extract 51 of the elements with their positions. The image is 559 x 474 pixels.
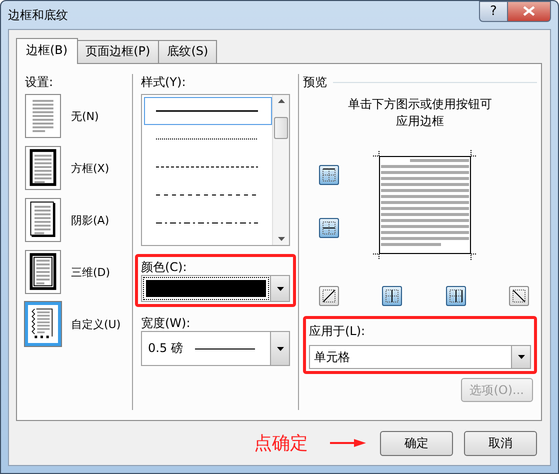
annotation-arrow [330, 438, 366, 448]
line-style-option[interactable] [144, 97, 272, 125]
setting-label[interactable]: 无(N) [71, 108, 99, 124]
scroll-up-icon[interactable] [278, 99, 284, 103]
help-button[interactable]: ? [479, 0, 508, 22]
style-list[interactable] [141, 94, 290, 246]
border-toggle-button[interactable] [319, 286, 339, 306]
setting-preview-icon[interactable] [25, 146, 61, 190]
ok-button[interactable]: 确定 [380, 430, 453, 456]
color-label: 颜色(C): [141, 259, 188, 275]
settings-label: 设置: [25, 74, 54, 90]
preview-label: 预览 [303, 74, 327, 90]
close-button[interactable] [508, 0, 551, 22]
style-label: 样式(Y): [141, 74, 187, 90]
line-sample-icon [156, 138, 260, 140]
border-toggle-button[interactable] [382, 286, 402, 306]
page-preview-drawing[interactable] [373, 150, 477, 260]
setting-label[interactable]: 方框(X) [71, 160, 110, 176]
line-sample-icon [194, 348, 255, 350]
caret-icon [276, 346, 284, 350]
setting-preview-icon[interactable] [25, 250, 61, 294]
border-toggle-button[interactable] [319, 218, 339, 238]
tab[interactable]: 页面边框(P) [76, 40, 160, 63]
setting-label[interactable]: 三维(D) [71, 264, 110, 280]
tab[interactable]: 底纹(S) [158, 40, 218, 63]
color-dropdown[interactable] [141, 275, 290, 302]
line-sample-icon [156, 166, 260, 168]
setting-label[interactable]: 自定义(U) [71, 316, 121, 332]
width-dropdown[interactable]: 0.5 磅 [141, 331, 290, 366]
caret-icon [518, 355, 524, 359]
scrollbar[interactable] [272, 95, 289, 245]
line-sample-icon [156, 222, 260, 224]
scroll-thumb[interactable] [274, 117, 288, 139]
width-label: 宽度(W): [141, 315, 192, 331]
border-toggle-button[interactable] [446, 286, 466, 306]
border-toggle-button[interactable] [508, 286, 529, 306]
setting-preview-icon[interactable] [25, 198, 61, 242]
apply-to-label: 应用于(L): [309, 323, 366, 339]
tab[interactable]: 边框(B) [16, 38, 78, 64]
caret-icon [276, 286, 284, 290]
setting-preview-icon[interactable] [25, 302, 61, 346]
close-icon [523, 6, 535, 16]
setting-label[interactable]: 阴影(A) [71, 212, 110, 228]
line-sample-icon [156, 110, 260, 112]
scroll-down-icon[interactable] [278, 237, 284, 241]
annotation-text: 点确定 [254, 432, 308, 455]
apply-to-dropdown[interactable]: 单元格 [309, 345, 531, 369]
window-title: 边框和底纹 [8, 6, 69, 24]
border-toggle-button[interactable] [319, 165, 339, 185]
preview-hint: 单击下方图示或使用按钮可应用边框 [347, 96, 493, 130]
cancel-button[interactable]: 取消 [464, 430, 537, 456]
